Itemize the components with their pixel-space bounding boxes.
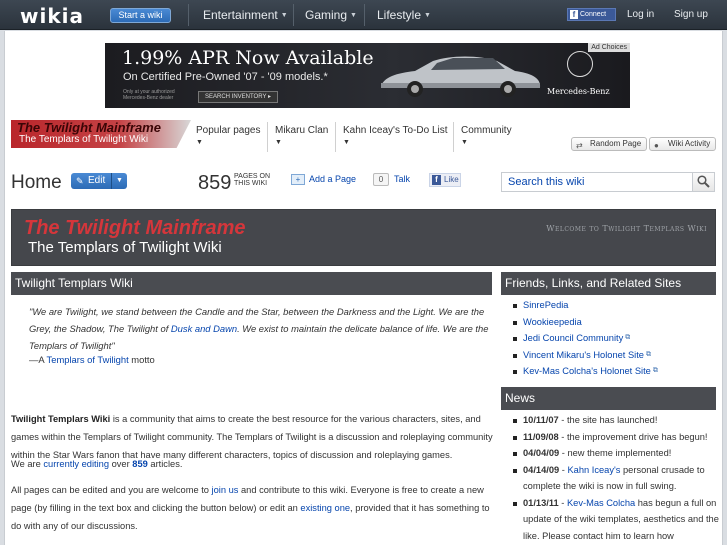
- page-wrapper: 1.99% APR Now Available On Certified Pre…: [4, 31, 723, 545]
- pencil-icon: ✎: [76, 176, 84, 186]
- chevron-down-icon: ▼: [275, 139, 282, 146]
- ad-small-print: Only at your authorized Mercedes-Benz de…: [123, 89, 175, 101]
- banner-welcome-text: Welcome to Twilight Templars Wiki: [546, 224, 707, 233]
- mercedes-logo-icon: [567, 51, 593, 77]
- list-item[interactable]: Wookieepedia: [509, 314, 658, 331]
- main-section-heading: Twilight Templars Wiki: [11, 272, 492, 295]
- nav-divider: [335, 122, 336, 152]
- chevron-down-icon: ▼: [196, 139, 203, 146]
- external-link-icon: ⧉: [625, 334, 631, 341]
- wikia-logo[interactable]: wikia: [20, 4, 84, 28]
- search-box: [501, 172, 715, 192]
- random-page-button[interactable]: ⇄ Random Page: [571, 137, 648, 151]
- signup-link[interactable]: Sign up: [674, 9, 708, 20]
- page-title: Home: [11, 172, 62, 193]
- global-nav: wikia Start a wiki Entertainment ▼ Gaming…: [0, 0, 727, 30]
- news-item: 04/14/09 - Kahn Iceay's personal crusade…: [509, 462, 719, 495]
- article-count-link[interactable]: 859: [132, 459, 148, 469]
- add-a-page-button[interactable]: + Add a Page: [291, 174, 356, 186]
- list-item[interactable]: Jedi Council Community ⧉: [509, 330, 658, 347]
- news-item: 01/13/11 - Kev-Mas Colcha has begun a fu…: [509, 495, 719, 545]
- page-count-label: PAGES ON THIS WIKI: [234, 173, 271, 187]
- list-item[interactable]: Vincent Mikaru's Holonet Site ⧉: [509, 347, 658, 364]
- ad-headline: 1.99% APR Now Available: [122, 47, 374, 69]
- join-us-link[interactable]: join us: [212, 485, 239, 495]
- news-item: 04/04/09 - new theme implemented!: [509, 445, 719, 462]
- news-box-heading: News: [501, 387, 716, 410]
- add-page-icon: +: [291, 174, 305, 186]
- wordmark-title: The Twilight Mainframe: [17, 120, 161, 135]
- kev-mas-colcha-link[interactable]: Kev-Mas Colcha: [567, 498, 635, 508]
- quote-attribution: —A Templars of Twilight motto: [29, 354, 155, 365]
- edit-button[interactable]: ✎ Edit ▼: [71, 173, 127, 189]
- banner-subtitle: The Templars of Twilight Wiki: [28, 239, 222, 256]
- start-a-wiki-button[interactable]: Start a wiki: [110, 8, 171, 23]
- wiki-nav-mikaru-clan[interactable]: Mikaru Clan ▼: [275, 125, 328, 146]
- nav-divider: [267, 122, 268, 152]
- news-item: 10/11/07 - the site has launched!: [509, 412, 719, 429]
- page-count: 859: [198, 172, 232, 194]
- search-icon: [697, 175, 710, 188]
- contribute-paragraph: All pages can be edited and you are welc…: [11, 485, 490, 531]
- external-link-icon: ⧉: [645, 350, 651, 358]
- news-list: 10/11/07 - the site has launched! 11/09/…: [509, 412, 719, 544]
- wiki-nav-todo-list[interactable]: Kahn Iceay's To-Do List ▼: [343, 125, 448, 146]
- currently-editing-link[interactable]: currently editing: [43, 459, 109, 469]
- edit-dropdown-chevron-icon[interactable]: ▼: [111, 173, 127, 189]
- advertisement-banner[interactable]: 1.99% APR Now Available On Certified Pre…: [105, 43, 630, 108]
- facebook-connect-button[interactable]: f Connect: [567, 8, 616, 21]
- list-item[interactable]: SinrePedia: [509, 297, 658, 314]
- facebook-like-button[interactable]: f Like: [429, 173, 461, 187]
- search-input[interactable]: [502, 173, 692, 191]
- search-button[interactable]: [692, 173, 714, 191]
- links-box-heading: Friends, Links, and Related Sites: [501, 272, 716, 295]
- links-list: SinrePedia Wookieepedia Jedi Council Com…: [509, 297, 658, 380]
- chevron-down-icon: ▼: [280, 12, 288, 20]
- hub-lifestyle[interactable]: Lifestyle ▼: [377, 8, 431, 22]
- chevron-down-icon: ▼: [350, 12, 357, 20]
- chevron-down-icon: ▼: [343, 139, 350, 146]
- chevron-down-icon: ▼: [424, 12, 431, 20]
- login-link[interactable]: Log in: [627, 9, 654, 20]
- nav-divider: [453, 122, 454, 152]
- existing-one-link[interactable]: existing one: [300, 503, 350, 513]
- ad-choices-link[interactable]: Ad Choices: [588, 43, 630, 52]
- nav-divider: [188, 4, 189, 26]
- ad-brand: Mercedes-Benz: [547, 87, 610, 96]
- wiki-nav-popular-pages[interactable]: Popular pages ▼: [196, 125, 261, 146]
- news-item: 11/09/08 - the improvement drive has beg…: [509, 429, 719, 446]
- editing-paragraph: We are currently editing over 859 articl…: [11, 459, 183, 469]
- shuffle-icon: ⇄: [576, 141, 583, 150]
- list-item[interactable]: Kev-Mas Colcha's Holonet Site ⧉: [509, 363, 658, 380]
- wiki-activity-button[interactable]: ● Wiki Activity: [649, 137, 717, 151]
- wiki-nav-community[interactable]: Community ▼: [461, 125, 512, 146]
- welcome-banner: The Twilight Mainframe The Templars of T…: [11, 209, 716, 266]
- ad-search-inventory-button[interactable]: SEARCH INVENTORY ▸: [198, 91, 278, 103]
- wordmark-subtitle: The Templars of Twilight Wiki: [19, 134, 149, 145]
- ad-subline: On Certified Pre-Owned '07 - '09 models.…: [123, 71, 328, 83]
- hub-gaming[interactable]: Gaming ▼: [305, 8, 357, 22]
- external-link-icon: ⧉: [652, 367, 658, 374]
- kahn-iceay-link[interactable]: Kahn Iceay's: [567, 465, 620, 475]
- templars-of-twilight-link[interactable]: Templars of Twilight: [47, 354, 129, 365]
- car-image: [381, 56, 541, 97]
- dusk-and-dawn-link[interactable]: Dusk and Dawn: [171, 323, 237, 334]
- facebook-icon: f: [432, 175, 441, 185]
- motto-quote: "We are Twilight, we stand between the C…: [29, 306, 489, 351]
- nav-divider: [293, 4, 294, 26]
- chevron-down-icon: ▼: [461, 139, 468, 146]
- banner-title: The Twilight Mainframe: [24, 217, 246, 239]
- talk-count-bubble: 0: [373, 173, 389, 186]
- activity-icon: ●: [654, 141, 659, 150]
- nav-divider: [364, 4, 365, 26]
- wiki-wordmark[interactable]: The Twilight Mainframe The Templars of T…: [11, 120, 191, 148]
- talk-button[interactable]: 0 Talk: [373, 173, 410, 186]
- hub-entertainment[interactable]: Entertainment ▼: [203, 8, 288, 22]
- facebook-icon: f: [570, 10, 578, 19]
